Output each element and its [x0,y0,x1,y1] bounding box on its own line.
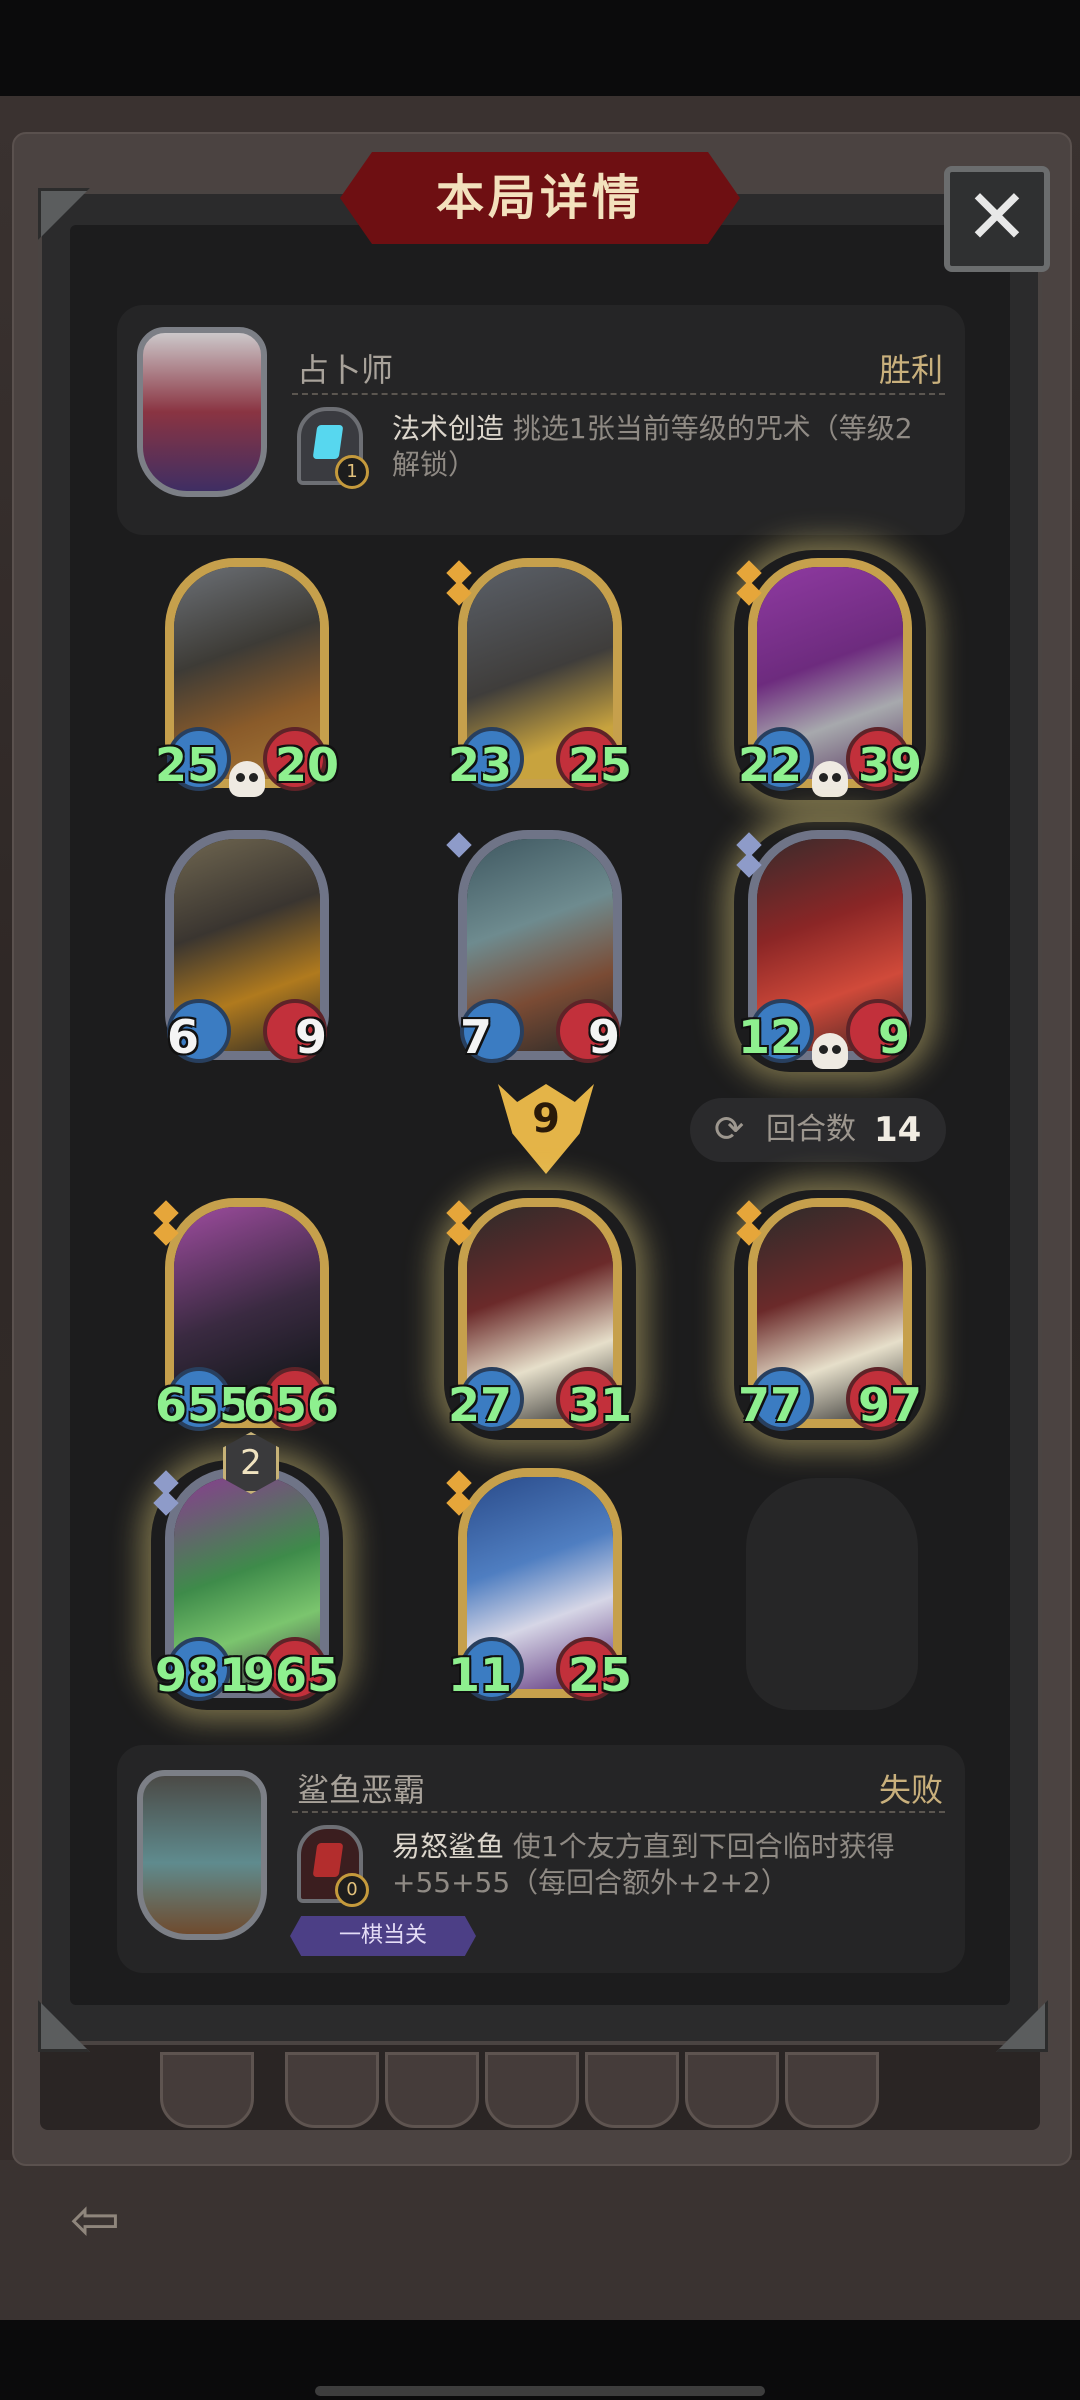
player-unit-card[interactable]: 655 656 [153,1198,339,1443]
round-label: 回合数 [766,1112,856,1147]
health-value: 9 [587,1010,620,1064]
skull-icon [812,761,848,797]
player-unit-card[interactable]: 2 981 965 [153,1432,339,1713]
match-result: 失败 [878,1771,943,1809]
skill-description: 法术创造 挑选1张当前等级的咒术（等级2解锁） [392,411,935,483]
mini-card [685,2052,779,2128]
mini-card [385,2052,479,2128]
player-unit-card[interactable]: 27 31 [446,1198,632,1443]
health-value: 25 [567,738,632,792]
winner-card: 占卜师 胜利 1 法术创造 挑选1张当前等级的咒术（等级2解锁） [117,305,965,535]
player-unit-card[interactable]: 11 25 [446,1468,632,1713]
shark-icon [312,1843,344,1877]
player-unit-card[interactable]: 77 97 [736,1198,922,1443]
refresh-icon: ⟳ [714,1109,745,1150]
skull-icon [812,1033,848,1069]
skill-level-badge: 1 [335,455,369,489]
spell-card-icon[interactable]: 1 [297,407,369,489]
turn-arrow-badge: 9 [498,1084,594,1174]
turn-number: 9 [532,1096,560,1142]
health-value: 9 [877,1010,910,1064]
mini-card [785,2052,879,2128]
crystal-icon [312,425,344,459]
divider [292,393,945,395]
page-title: 本局详情 [435,170,644,226]
close-button[interactable]: ✕ [944,166,1050,272]
attack-value: 6 [166,1010,199,1064]
attack-value: 22 [738,738,803,792]
divider [292,1811,945,1813]
round-value: 14 [874,1110,922,1150]
back-arrow-icon[interactable]: ⇦ [70,2190,140,2250]
health-value: 20 [274,738,339,792]
player-name: 鲨鱼恶霸 [297,1771,426,1809]
attack-value: 11 [448,1648,513,1702]
attack-value: 7 [459,1010,492,1064]
opponent-unit-card[interactable]: 25 20 [155,558,339,803]
opponent-unit-card[interactable]: 69 [157,830,337,1075]
skill-name: 法术创造 [392,412,505,445]
health-value: 39 [857,738,922,792]
title-plate: 本局详情 [334,146,746,250]
fortune-teller-avatar[interactable] [137,327,267,497]
mini-card [585,2052,679,2128]
shark-bully-avatar[interactable] [137,1770,267,1940]
health-value: 965 [242,1648,339,1702]
skill-description: 易怒鲨鱼 使1个友方直到下回合临时获得+55+55（每回合额外+2+2） [392,1829,935,1901]
health-value: 656 [242,1378,339,1432]
attack-value: 27 [448,1378,513,1432]
attack-value: 981 [155,1648,252,1702]
health-value: 25 [567,1648,632,1702]
opponent-unit-card[interactable]: 79 [446,830,630,1075]
angry-shark-skill-icon[interactable]: 0 [297,1825,369,1907]
round-counter: ⟳ 回合数 14 [690,1098,946,1162]
health-value: 9 [294,1010,327,1064]
background-card-strip [40,2040,1040,2130]
player-name: 占卜师 [297,351,394,389]
bottom-bar [0,2160,1080,2320]
opponent-unit-card[interactable]: 22 39 [736,558,922,803]
attack-value: 77 [738,1378,803,1432]
match-result: 胜利 [878,351,943,389]
mini-card [160,2052,254,2128]
mini-card [285,2052,379,2128]
attack-value: 655 [155,1378,252,1432]
attack-value: 23 [448,738,513,792]
empty-unit-slot[interactable] [746,1478,918,1710]
achievement-badge: 一棋当关 [290,1916,476,1956]
health-value: 31 [567,1378,632,1432]
opponent-unit-card[interactable]: 23 25 [446,558,632,803]
attack-value: 25 [155,738,220,792]
loser-card: 鲨鱼恶霸 失败 0 易怒鲨鱼 使1个友方直到下回合临时获得+55+55（每回合额… [117,1745,965,1973]
skill-name: 易怒鲨鱼 [392,1830,505,1863]
skull-icon [229,761,265,797]
skill-level-badge: 0 [335,1873,369,1907]
mini-card [485,2052,579,2128]
health-value: 97 [857,1378,922,1432]
home-indicator[interactable] [315,2386,765,2396]
opponent-unit-card[interactable]: 12 9 [736,830,920,1075]
attack-value: 12 [738,1010,803,1064]
close-icon: ✕ [965,172,1029,261]
